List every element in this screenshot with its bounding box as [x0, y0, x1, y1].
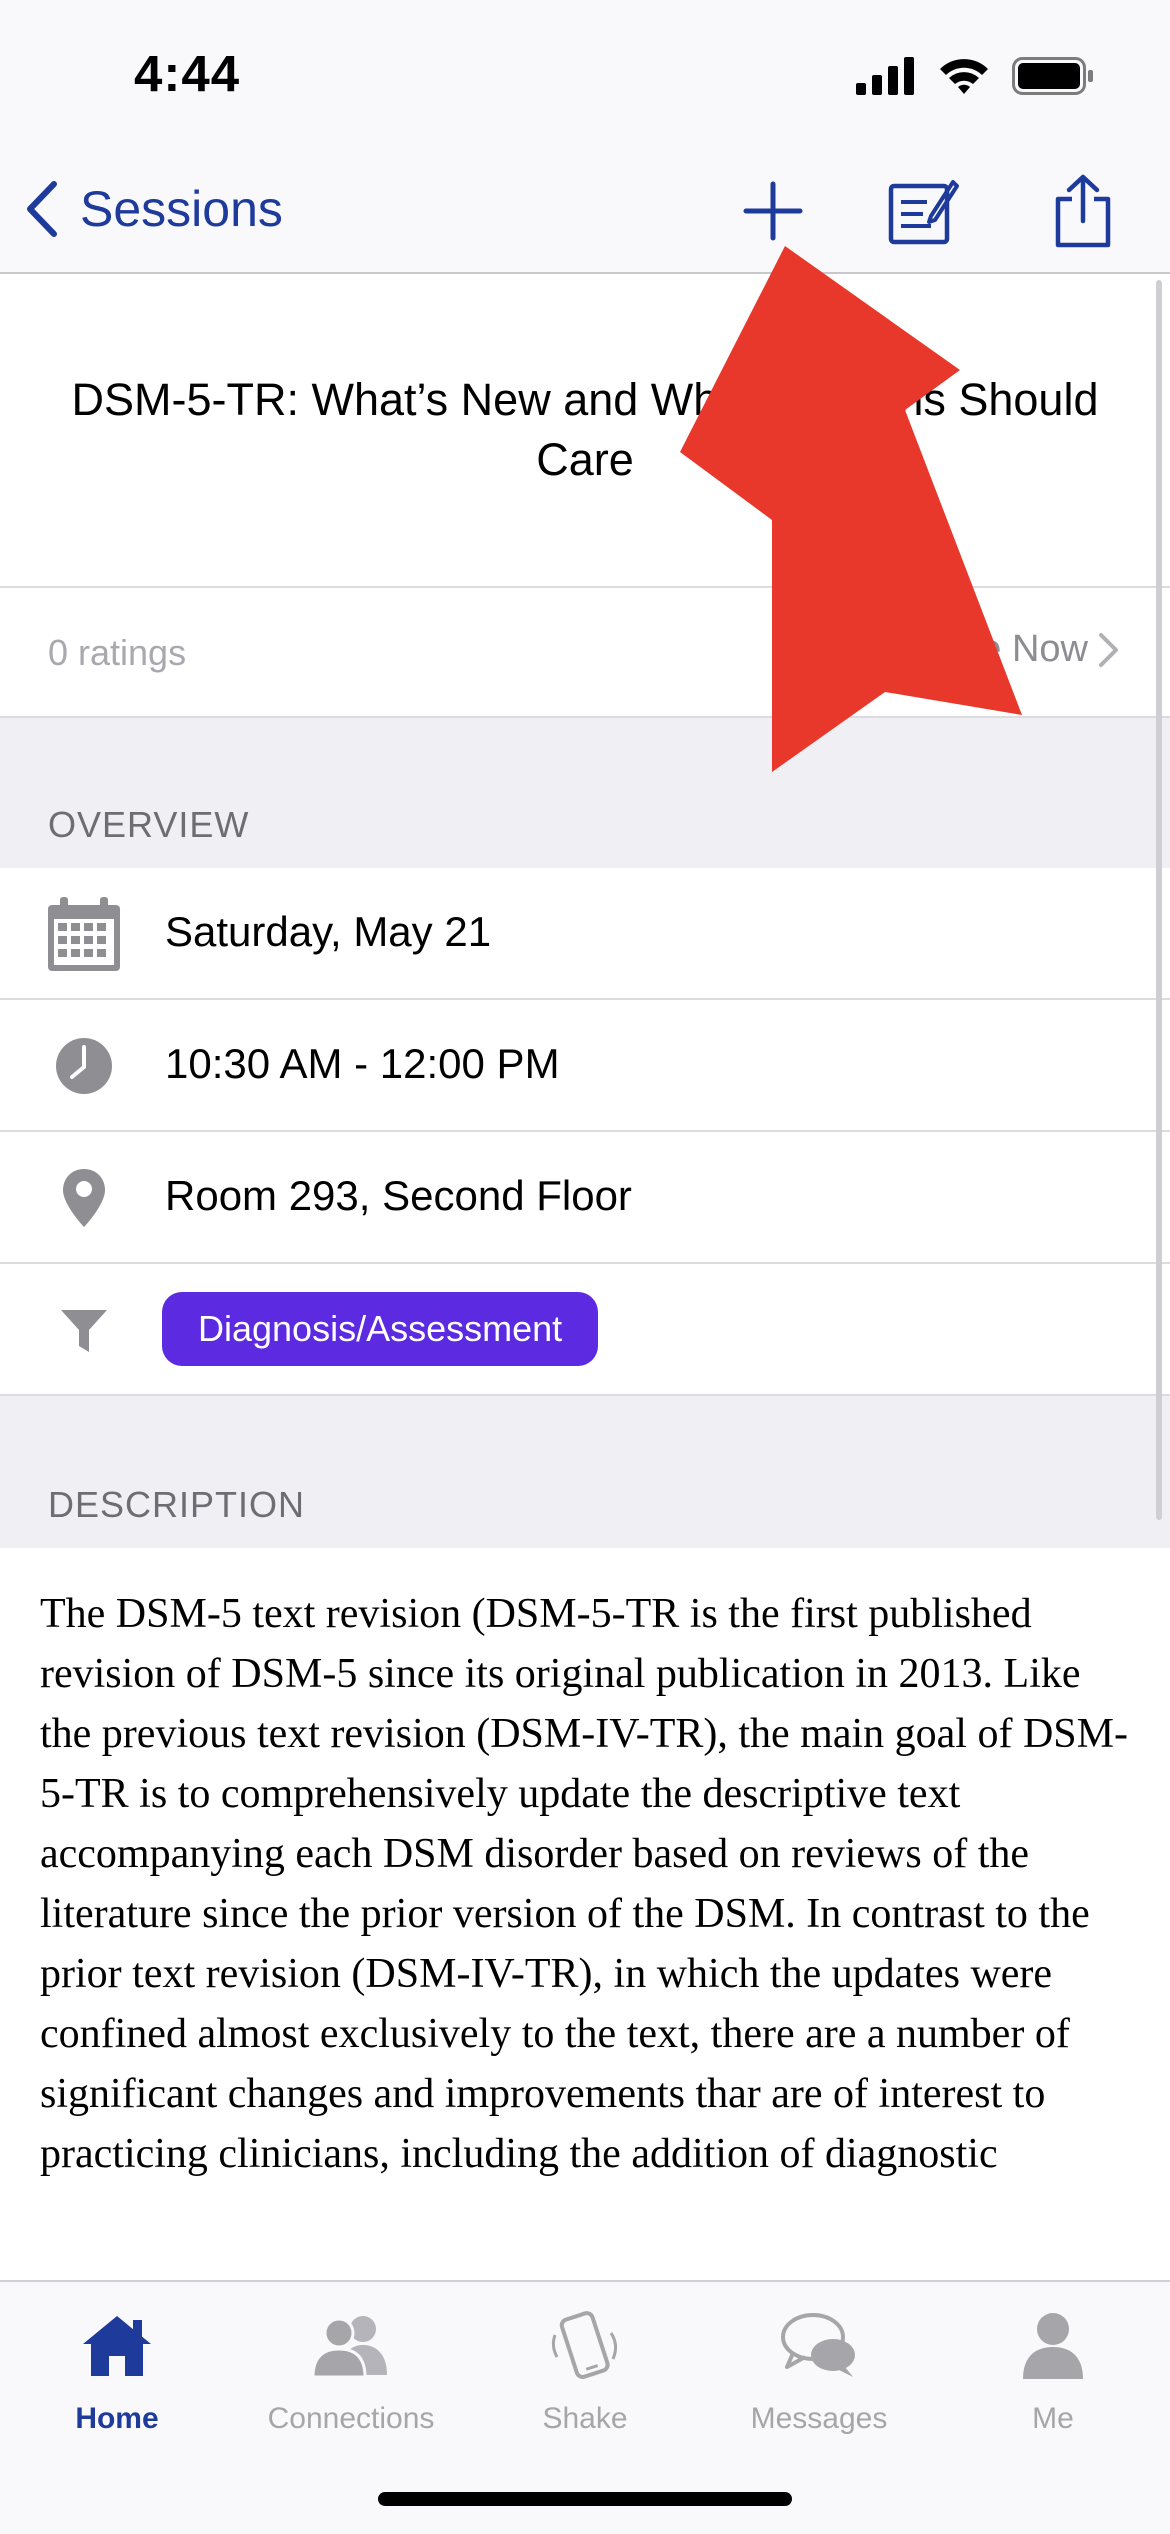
session-location: Room 293, Second Floor	[165, 1172, 632, 1219]
compose-note-icon	[888, 180, 959, 245]
overview-header-label: OVERVIEW	[48, 804, 250, 845]
tab-shake-label: Shake	[542, 2402, 628, 2435]
chevron-right-icon	[1099, 632, 1118, 667]
tab-messages[interactable]: Messages	[702, 2304, 936, 2454]
location-row: Room 293, Second Floor	[0, 1132, 1170, 1264]
description-text: The DSM-5 text revision (DSM-5-TR is the…	[40, 1591, 1128, 2177]
back-button[interactable]: Sessions	[24, 174, 283, 244]
wifi-icon	[940, 59, 988, 94]
track-badge[interactable]: Diagnosis/Assessment	[162, 1292, 599, 1366]
date-row: Saturday, May 21	[0, 868, 1170, 1000]
share-icon	[1055, 174, 1111, 248]
tab-connections[interactable]: Connections	[234, 2304, 468, 2454]
plus-icon	[743, 181, 803, 241]
status-time: 4:44	[134, 45, 241, 102]
connections-icon	[306, 2304, 396, 2388]
notes-button[interactable]	[880, 168, 966, 254]
calendar-icon	[44, 894, 124, 974]
session-title-area: DSM-5-TR: What’s New and Why Clinicians …	[0, 274, 1170, 588]
description-body: The DSM-5 text revision (DSM-5-TR is the…	[0, 1548, 1170, 2280]
tab-connections-label: Connections	[267, 2402, 435, 2435]
filter-funnel-icon	[44, 1290, 124, 1370]
status-icons	[856, 54, 1094, 98]
battery-icon	[1012, 57, 1093, 95]
session-time: 10:30 AM - 12:00 PM	[165, 1040, 560, 1087]
rate-now-link[interactable]: Rate Now	[921, 628, 1120, 671]
time-row: 10:30 AM - 12:00 PM	[0, 1000, 1170, 1132]
track-row: Diagnosis/Assessment	[0, 1264, 1170, 1396]
navigation-bar: Sessions	[0, 150, 1170, 274]
back-label: Sessions	[80, 181, 283, 237]
tab-home[interactable]: Home	[0, 2304, 234, 2454]
tab-me-label: Me	[1032, 2402, 1074, 2435]
cellular-signal-icon	[856, 57, 914, 95]
share-button[interactable]	[1040, 168, 1126, 254]
description-header-label: DESCRIPTION	[48, 1484, 306, 1525]
chevron-left-icon	[27, 181, 57, 237]
tab-home-label: Home	[75, 2402, 159, 2435]
home-indicator	[378, 2492, 792, 2506]
status-bar: 4:44	[0, 0, 1170, 150]
tab-shake[interactable]: Shake	[468, 2304, 702, 2454]
tab-messages-label: Messages	[750, 2402, 888, 2435]
session-title: DSM-5-TR: What’s New and Why Clinicians …	[71, 374, 1099, 485]
person-icon	[1008, 2304, 1098, 2388]
rating-row[interactable]: 0 ratings Rate Now	[0, 588, 1170, 718]
clock-icon	[44, 1026, 124, 1106]
scrollbar[interactable]	[1156, 280, 1162, 1520]
shake-icon	[540, 2304, 630, 2388]
home-icon	[72, 2304, 162, 2388]
tab-me[interactable]: Me	[936, 2304, 1170, 2454]
ratings-count: 0 ratings	[48, 632, 187, 673]
overview-section-header: OVERVIEW	[0, 718, 1170, 868]
rate-now-label: Rate Now	[921, 628, 1088, 670]
description-section-header: DESCRIPTION	[0, 1396, 1170, 1548]
add-button[interactable]	[730, 168, 816, 254]
location-pin-icon	[44, 1158, 124, 1238]
session-date: Saturday, May 21	[165, 908, 492, 955]
messages-icon	[774, 2304, 864, 2388]
